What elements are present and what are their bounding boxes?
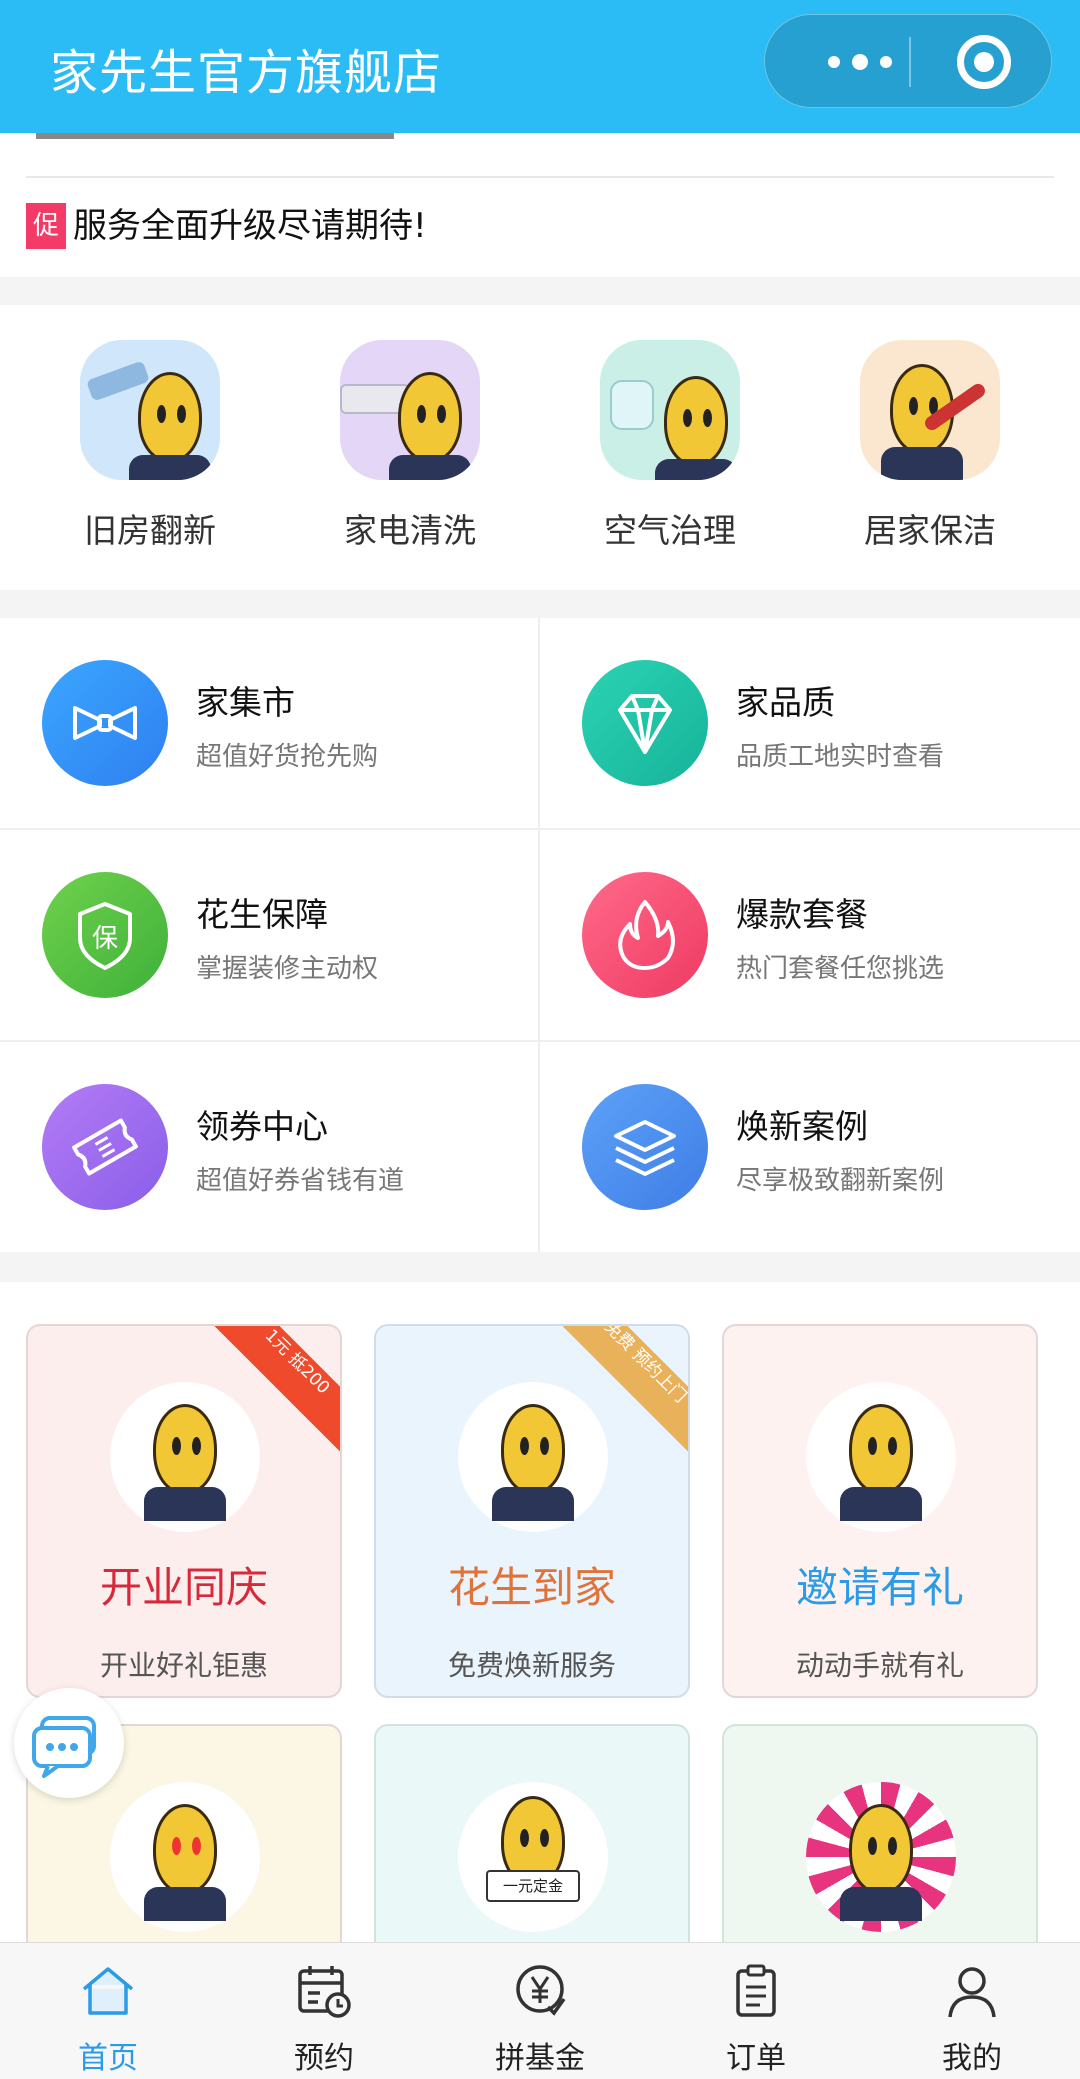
sprayer-peanut-icon: [600, 340, 740, 480]
page-title: 家先生官方旗舰店: [50, 45, 443, 101]
tab-label: 首页: [78, 2041, 138, 2076]
promo-title: 邀请有礼: [795, 1563, 964, 1612]
dot-icon: [880, 56, 892, 68]
calendar-clock-icon: [298, 1966, 351, 2018]
service-name: 领券中心: [196, 1107, 328, 1146]
promo-card-invite[interactable]: 邀请有礼 动动手就有礼: [722, 1324, 1038, 1698]
dot-icon: [852, 54, 868, 70]
service-renovation-cases[interactable]: 焕新案例 尽享极致翻新案例: [540, 1042, 1078, 1252]
service-name: 焕新案例: [736, 1107, 868, 1146]
promo-subtitle: 动动手就有礼: [795, 1649, 964, 1682]
category-label: 旧房翻新: [84, 511, 216, 550]
flame-icon: [582, 872, 708, 998]
category-label: 家电清洗: [344, 511, 476, 550]
service-name: 爆款套餐: [736, 895, 868, 934]
layers-icon: [582, 1084, 708, 1210]
service-desc: 品质工地实时查看: [736, 742, 945, 772]
promo-title: 花生到家: [447, 1563, 616, 1612]
mini-program-capsule: [764, 14, 1052, 108]
tab-orders[interactable]: 订单: [648, 1943, 864, 2079]
service-market[interactable]: 家集市 超值好货抢先购: [0, 618, 538, 828]
dot-icon: [828, 56, 840, 68]
promo-subtitle: 免费焕新服务: [447, 1649, 616, 1682]
tab-group-fund[interactable]: 拼基金: [432, 1943, 648, 2079]
tab-label: 我的: [942, 2041, 1002, 2076]
peanut-deposit-sign-icon: 一元定金: [458, 1782, 608, 1932]
customer-service-chat-button[interactable]: [14, 1688, 124, 1798]
tab-home[interactable]: 首页: [0, 1943, 216, 2079]
promo-grid: 1元 抵200 开业同庆 开业好礼钜惠 免费 预约上门 花生到家 免费焕新服务 …: [0, 1282, 1080, 1984]
service-desc: 掌握装修主动权: [196, 954, 379, 984]
peanut-mascot-icon: [110, 1382, 260, 1532]
tab-booking[interactable]: 预约: [216, 1943, 432, 2079]
service-desc: 超值好货抢先购: [196, 742, 379, 772]
service-grid: 家集市 超值好货抢先购 家品质 品质工地实时查看 保 花生保障 掌握装修主动权 …: [0, 618, 1080, 1252]
diamond-icon: [582, 660, 708, 786]
peanut-heart-eyes-icon: [110, 1782, 260, 1932]
category-home-cleaning[interactable]: 居家保洁: [800, 340, 1060, 552]
mop-peanut-icon: [860, 340, 1000, 480]
category-grid: 旧房翻新 家电清洗 空气治理 居家保洁: [0, 305, 1080, 590]
yen-badge-icon: [516, 1965, 566, 2016]
notice-bar: 促 服务全面升级尽请期待!: [0, 133, 1080, 277]
service-name: 家品质: [736, 683, 835, 722]
service-coupon-center[interactable]: 领券中心 超值好券省钱有道: [0, 1042, 538, 1252]
promo-card-opening[interactable]: 1元 抵200 开业同庆 开业好礼钜惠: [26, 1324, 342, 1698]
service-desc: 超值好券省钱有道: [196, 1166, 405, 1196]
bowtie-icon: [42, 660, 168, 786]
service-hot-package[interactable]: 爆款套餐 热门套餐任您挑选: [540, 830, 1078, 1040]
svg-text:保: 保: [92, 924, 118, 954]
tab-label: 订单: [726, 2041, 786, 2076]
user-icon: [948, 1967, 996, 2018]
clipboard-icon: [736, 1964, 776, 2017]
service-guarantee[interactable]: 保 花生保障 掌握装修主动权: [0, 830, 538, 1040]
shield-icon: 保: [42, 872, 168, 998]
close-target-icon[interactable]: [957, 35, 1011, 89]
promo-subtitle: 开业好礼钜惠: [99, 1649, 268, 1682]
peanut-mascot-icon: [806, 1382, 956, 1532]
title-bar: 家先生官方旗舰店: [0, 0, 1080, 133]
service-desc: 尽享极致翻新案例: [736, 1166, 945, 1196]
category-label: 居家保洁: [864, 511, 996, 550]
capsule-divider: [909, 37, 911, 87]
service-desc: 热门套餐任您挑选: [736, 954, 945, 984]
category-renovation[interactable]: 旧房翻新: [20, 340, 280, 552]
promo-title: 开业同庆: [99, 1563, 268, 1612]
coupon-icon: [42, 1084, 168, 1210]
category-appliance-cleaning[interactable]: 家电清洗: [280, 340, 540, 552]
category-air-treatment[interactable]: 空气治理: [540, 340, 800, 552]
tab-me[interactable]: 我的: [864, 1943, 1080, 2079]
roller-peanut-icon: [80, 340, 220, 480]
more-menu-button[interactable]: [805, 15, 915, 109]
promo-tag: 促: [26, 203, 66, 249]
peanut-mascot-icon: [458, 1382, 608, 1532]
divider: [26, 176, 1054, 178]
banner-scroll-indicator: [36, 133, 394, 139]
aircon-peanut-icon: [340, 340, 480, 480]
deposit-sign: 一元定金: [486, 1870, 580, 1902]
chat-bubble-icon: [32, 1716, 96, 1778]
tab-label: 预约: [294, 2041, 354, 2076]
notice-text[interactable]: 服务全面升级尽请期待!: [73, 203, 427, 249]
service-name: 花生保障: [196, 895, 328, 934]
promo-card-home-visit[interactable]: 免费 预约上门 花生到家 免费焕新服务: [374, 1324, 690, 1698]
service-name: 家集市: [196, 683, 295, 722]
service-quality[interactable]: 家品质 品质工地实时查看: [540, 618, 1078, 828]
peanut-burst-icon: [806, 1782, 956, 1932]
bottom-tab-bar: 首页 预约 拼基金 订单 我的: [0, 1942, 1080, 2079]
tab-label: 拼基金: [495, 2041, 585, 2076]
home-icon: [82, 1967, 134, 2015]
category-label: 空气治理: [604, 511, 736, 550]
